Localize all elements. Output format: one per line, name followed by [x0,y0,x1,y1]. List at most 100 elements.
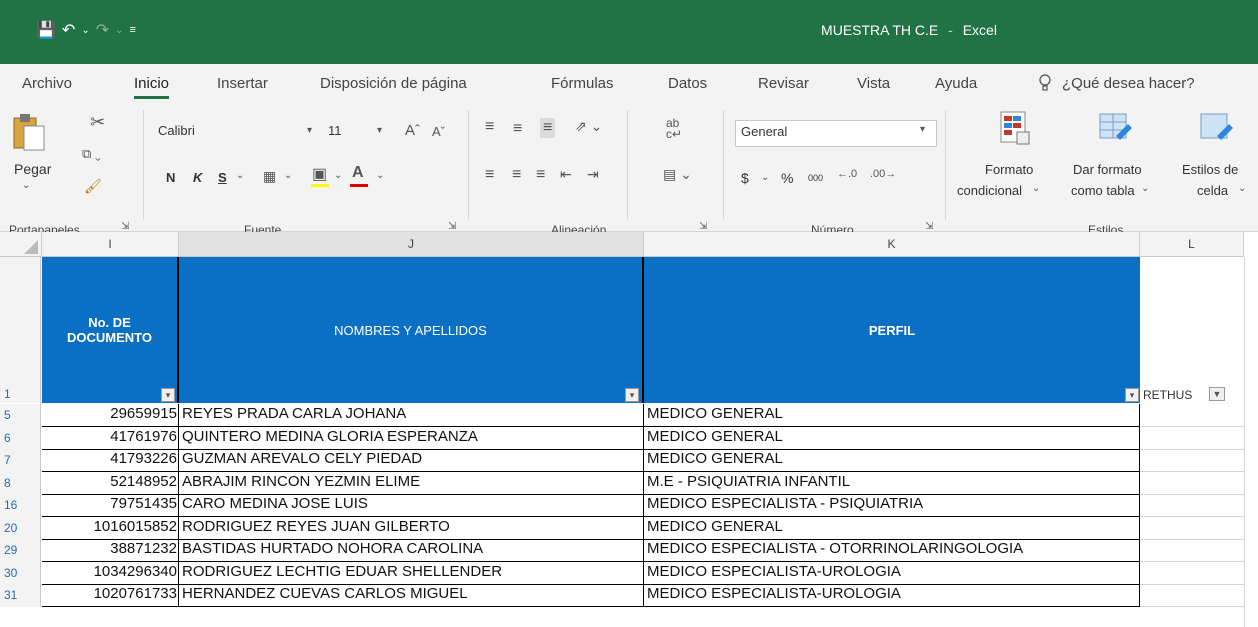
decrease-decimal-icon[interactable]: .00→ [870,168,896,180]
fill-color-icon[interactable]: ▣ [312,164,327,184]
cell-document[interactable]: 1020761733 [42,584,179,607]
cell-document[interactable]: 29659915 [42,404,179,427]
cell-name[interactable]: HERNANDEZ CUEVAS CARLOS MIGUEL [179,584,644,607]
copy-icon[interactable]: ⧉ ⌄ [82,146,101,162]
filter-dropdown-icon[interactable]: ▾ [1125,388,1139,402]
cell-rethus[interactable] [1140,449,1244,472]
number-format-dropdown-icon[interactable]: ▾ [920,124,925,135]
column-header-l[interactable]: L [1140,232,1244,257]
accounting-dropdown-icon[interactable]: ⌄ [761,172,769,183]
select-all-corner[interactable] [0,232,42,257]
font-size-dropdown-icon[interactable]: ▾ [377,125,382,136]
borders-dropdown-icon[interactable]: ⌄ [284,170,292,181]
cell-rethus[interactable] [1140,517,1244,540]
italic-button[interactable]: K [193,170,202,185]
tab-disposicion[interactable]: Disposición de página [320,75,467,92]
wrap-text-icon[interactable]: ab c↵ [666,117,682,140]
align-center-icon[interactable]: ≡ [512,166,521,184]
cell-styles-button[interactable]: Estilos de [1182,162,1238,177]
conditional-dropdown-icon[interactable]: ⌄ [1032,183,1040,194]
row-header[interactable]: 1 [0,257,41,403]
underline-dropdown-icon[interactable]: ⌄ [236,170,244,181]
tab-revisar[interactable]: Revisar [758,75,809,92]
cell-styles-button-line2[interactable]: celda [1197,183,1228,198]
thousands-button[interactable]: 000 [808,173,823,183]
cell-document[interactable]: 38871232 [42,539,179,562]
row-header[interactable]: 7 [0,449,41,472]
font-launcher-icon[interactable]: ⇲ [448,221,456,232]
tab-insertar[interactable]: Insertar [217,75,268,92]
cell-profile[interactable]: MEDICO ESPECIALISTA-UROLOGIA [644,584,1140,607]
cell-rethus[interactable] [1140,472,1244,495]
cell-name[interactable]: REYES PRADA CARLA JOHANA [179,404,644,427]
cell-name[interactable]: BASTIDAS HURTADO NOHORA CAROLINA [179,539,644,562]
percent-button[interactable]: % [781,170,793,186]
cell-profile[interactable]: MEDICO GENERAL [644,517,1140,540]
cut-icon[interactable]: ✂ [90,112,105,133]
align-left-icon[interactable]: ≡ [485,166,494,184]
paste-icon[interactable] [12,112,46,152]
header-cell-names[interactable]: NOMBRES Y APELLIDOS [179,257,644,403]
cell-rethus[interactable] [1140,539,1244,562]
format-as-table-button-line2[interactable]: como tabla [1071,183,1135,198]
font-name-dropdown-icon[interactable]: ▾ [307,125,312,136]
header-cell-rethus[interactable]: RETHUS [1143,388,1192,402]
cell-rethus[interactable] [1140,562,1244,585]
font-size-box[interactable]: 11 [323,120,373,146]
decrease-font-icon[interactable]: Aˇ [432,124,445,139]
cell-rethus[interactable] [1140,584,1244,607]
orientation-icon[interactable]: ⇗ ⌄ [575,118,602,135]
row-header[interactable]: 6 [0,427,41,450]
font-name-box[interactable]: Calibri [153,120,323,146]
increase-decimal-icon[interactable]: ←.0 [837,168,857,180]
format-painter-icon[interactable]: 🖌 [84,178,102,195]
number-format-box[interactable]: General [735,120,937,147]
tab-archivo[interactable]: Archivo [22,75,72,92]
cell-document[interactable]: 41761976 [42,427,179,450]
tab-vista[interactable]: Vista [857,75,890,92]
underline-button[interactable]: S [218,170,227,185]
fill-color-dropdown-icon[interactable]: ⌄ [334,170,342,181]
font-color-dropdown-icon[interactable]: ⌄ [376,170,384,181]
row-header[interactable]: 20 [0,517,41,540]
font-color-icon[interactable]: A [352,164,364,182]
row-header[interactable]: 31 [0,584,41,607]
cell-styles-dropdown-icon[interactable]: ⌄ [1238,183,1246,194]
alignment-launcher-icon[interactable]: ⇲ [699,221,707,232]
cell-styles-icon[interactable] [1199,110,1235,146]
column-header-i[interactable]: I [42,232,179,257]
cell-rethus[interactable] [1140,404,1244,427]
cell-profile[interactable]: MEDICO ESPECIALISTA - OTORRINOLARINGOLOG… [644,539,1140,562]
tell-me-search[interactable]: ¿Qué desea hacer? [1062,75,1195,92]
row-header[interactable]: 30 [0,562,41,585]
paste-dropdown-icon[interactable]: ⌄ [22,180,30,191]
increase-indent-icon[interactable]: ⇥ [587,166,599,183]
format-as-table-icon[interactable] [1098,110,1134,146]
cell-profile[interactable]: M.E - PSIQUIATRIA INFANTIL [644,472,1140,495]
cell-document[interactable]: 79751435 [42,494,179,517]
merge-center-icon[interactable]: ▤ ⌄ [663,166,692,183]
header-cell-profile[interactable]: PERFIL [644,257,1140,403]
row-header[interactable]: 5 [0,404,41,427]
tab-formulas[interactable]: Fórmulas [551,75,614,92]
row-header[interactable]: 16 [0,494,41,517]
format-as-table-button[interactable]: Dar formato [1073,162,1142,177]
paste-button[interactable]: Pegar [14,161,51,177]
row-header[interactable]: 8 [0,472,41,495]
row-header[interactable]: 29 [0,539,41,562]
align-top-icon[interactable]: ≡ [485,118,494,136]
cell-document[interactable]: 1034296340 [42,562,179,585]
header-cell-document[interactable]: No. DE DOCUMENTO [42,257,179,403]
cell-name[interactable]: CARO MEDINA JOSE LUIS [179,494,644,517]
accounting-format-button[interactable]: $ [741,170,749,186]
increase-font-icon[interactable]: Aˆ [405,122,420,139]
column-header-k[interactable]: K [644,232,1140,257]
bold-button[interactable]: N [166,170,175,185]
cell-profile[interactable]: MEDICO GENERAL [644,449,1140,472]
column-header-j[interactable]: J [179,232,644,257]
number-launcher-icon[interactable]: ⇲ [925,221,933,232]
filter-active-icon[interactable]: ▼ [1209,387,1225,401]
cell-profile[interactable]: MEDICO GENERAL [644,427,1140,450]
cell-name[interactable]: RODRIGUEZ LECHTIG EDUAR SHELLENDER [179,562,644,585]
tab-ayuda[interactable]: Ayuda [935,75,977,92]
